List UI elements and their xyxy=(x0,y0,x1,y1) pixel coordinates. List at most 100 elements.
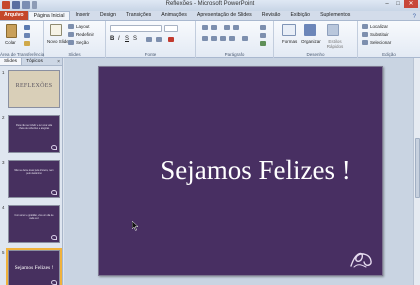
tab-file[interactable]: Arquivo xyxy=(0,11,28,20)
font-color-icon[interactable] xyxy=(168,37,174,42)
numbering-icon[interactable] xyxy=(211,25,217,30)
ribbon-tabs: Arquivo Página Inicial Inserir Design Tr… xyxy=(0,11,420,20)
decrease-indent-icon[interactable] xyxy=(224,25,230,30)
thumbnail-text: Para não ser infeliz e ter uma vida chei… xyxy=(15,124,53,130)
find-icon[interactable] xyxy=(362,24,368,29)
thumbnail-title: Sejamos Felizes ! xyxy=(14,265,54,271)
arrange-button[interactable]: Organizar xyxy=(301,39,321,44)
text-direction-icon[interactable] xyxy=(260,25,266,30)
thumbnail-number: 2 xyxy=(2,115,5,120)
align-right-icon[interactable] xyxy=(220,36,226,41)
replace-button[interactable]: Substituir xyxy=(370,32,389,37)
format-painter-icon[interactable] xyxy=(24,41,30,46)
slide-thumbnail-5[interactable]: Sejamos Felizes ! xyxy=(6,248,62,285)
slides-group-label: Slides xyxy=(68,52,81,57)
tab-addins[interactable]: Suplementos xyxy=(315,11,355,20)
justify-icon[interactable] xyxy=(229,36,235,41)
smartart-icon[interactable] xyxy=(260,41,266,46)
pane-tab-slides[interactable]: Slides xyxy=(0,58,23,65)
align-center-icon[interactable] xyxy=(211,36,217,41)
tab-insert[interactable]: Inserir xyxy=(70,11,94,20)
tab-view[interactable]: Exibição xyxy=(285,11,315,20)
editing-group-label: Edição xyxy=(382,52,396,57)
tab-transitions[interactable]: Transições xyxy=(121,11,156,20)
arrange-icon[interactable] xyxy=(304,24,316,36)
thumbnail-text: Não se deixe levar pela tristeza, nem pe… xyxy=(14,169,54,175)
align-left-icon[interactable] xyxy=(202,36,208,41)
clipboard-group: Colar Área de Transferência xyxy=(0,21,44,58)
editing-group: Localizar Substituir Selecionar Edição xyxy=(358,21,420,58)
ribbon: Colar Área de Transferência Novo Slide L… xyxy=(0,20,420,58)
font-group-label: Fonte xyxy=(144,52,157,57)
pane-tab-outline[interactable]: Tópicos xyxy=(22,58,47,65)
shadow-button[interactable]: S xyxy=(133,36,137,42)
tab-animations[interactable]: Animações xyxy=(156,11,192,20)
tab-slideshow[interactable]: Apresentação de Slides xyxy=(192,11,257,20)
tab-design[interactable]: Design xyxy=(95,11,121,20)
paste-button[interactable]: Colar xyxy=(5,40,16,45)
slide-thumbnail-3[interactable]: Não se deixe levar pela tristeza, nem pe… xyxy=(8,160,60,198)
font-name-box[interactable] xyxy=(110,25,162,32)
paragraph-group-label: Parágrafo xyxy=(224,52,245,57)
mouse-pointer-icon xyxy=(132,221,139,231)
cut-icon[interactable] xyxy=(24,25,30,30)
tab-review[interactable]: Revisão xyxy=(257,11,286,20)
pane-close-icon[interactable]: × xyxy=(57,58,62,65)
columns-icon[interactable] xyxy=(242,36,248,41)
title-bar: Reflexões - Microsoft PowerPoint – □ ✕ xyxy=(0,0,420,11)
close-button[interactable]: ✕ xyxy=(404,0,418,8)
copy-icon[interactable] xyxy=(24,33,30,38)
new-slide-button[interactable]: Novo Slide xyxy=(47,39,69,44)
find-button[interactable]: Localizar xyxy=(370,24,388,29)
align-text-icon[interactable] xyxy=(260,33,266,38)
paste-icon[interactable] xyxy=(6,24,17,38)
layout-icon[interactable] xyxy=(68,24,74,29)
underline-button[interactable]: S xyxy=(125,36,129,42)
minimize-button[interactable]: – xyxy=(382,0,392,8)
font-size-box[interactable] xyxy=(164,25,178,32)
increase-indent-icon[interactable] xyxy=(233,25,239,30)
select-button[interactable]: Selecionar xyxy=(370,40,391,45)
tab-home[interactable]: Página Inicial xyxy=(27,11,71,20)
reset-icon[interactable] xyxy=(68,32,74,37)
reset-button[interactable]: Redefinir xyxy=(76,32,94,37)
current-slide[interactable]: Sejamos Felizes ! xyxy=(98,66,383,276)
pane-tabs: Slides Tópicos × xyxy=(0,58,62,66)
shapes-button[interactable]: Formas xyxy=(282,39,297,44)
quick-styles-icon[interactable] xyxy=(327,24,339,36)
scrollbar-thumb[interactable] xyxy=(415,138,420,198)
slide-thumbnail-4[interactable]: Com amor e gratidão, viva um dia de cada… xyxy=(8,205,60,243)
bullets-icon[interactable] xyxy=(202,25,208,30)
change-case-icon[interactable] xyxy=(156,37,162,42)
slide-title[interactable]: Sejamos Felizes ! xyxy=(99,155,382,186)
drawing-group: Formas Organizar Estilos Rápidos Desenho xyxy=(274,21,358,58)
thumbnail-number: 3 xyxy=(2,160,5,165)
maximize-button[interactable]: □ xyxy=(393,0,403,8)
new-slide-icon[interactable] xyxy=(50,24,62,36)
slides-pane: Slides Tópicos × 1 REFLEXÕES 2 Para não … xyxy=(0,58,63,285)
paragraph-group: Parágrafo xyxy=(196,21,274,58)
clipboard-group-label: Área de Transferência xyxy=(0,52,45,57)
quick-styles-button[interactable]: Estilos Rápidos xyxy=(322,39,348,49)
powerpoint-window: Reflexões - Microsoft PowerPoint – □ ✕ A… xyxy=(0,0,420,285)
slide-workspace: Sejamos Felizes ! xyxy=(64,58,420,285)
shapes-icon[interactable] xyxy=(282,24,296,36)
ornament-icon xyxy=(51,190,57,195)
section-icon[interactable] xyxy=(68,40,74,45)
slide-thumbnail-1[interactable]: REFLEXÕES xyxy=(8,70,60,108)
window-controls: – □ ✕ xyxy=(382,0,418,8)
thumbnail-number: 1 xyxy=(2,70,5,75)
vertical-scrollbar[interactable] xyxy=(413,58,420,285)
section-button[interactable]: Seção xyxy=(76,40,89,45)
slide-thumbnail-2[interactable]: Para não ser infeliz e ter uma vida chei… xyxy=(8,115,60,153)
ornament-icon xyxy=(350,252,372,268)
layout-button[interactable]: Layout xyxy=(76,24,90,29)
window-title: Reflexões - Microsoft PowerPoint xyxy=(165,1,255,7)
select-icon[interactable] xyxy=(362,40,368,45)
thumbnail-text: Com amor e gratidão, viva um dia de cada… xyxy=(14,214,54,220)
font-group: B I S S Fonte xyxy=(106,21,196,58)
replace-icon[interactable] xyxy=(362,32,368,37)
character-spacing-icon[interactable] xyxy=(146,37,152,42)
italic-button[interactable]: I xyxy=(118,36,120,42)
bold-button[interactable]: B xyxy=(110,36,114,42)
